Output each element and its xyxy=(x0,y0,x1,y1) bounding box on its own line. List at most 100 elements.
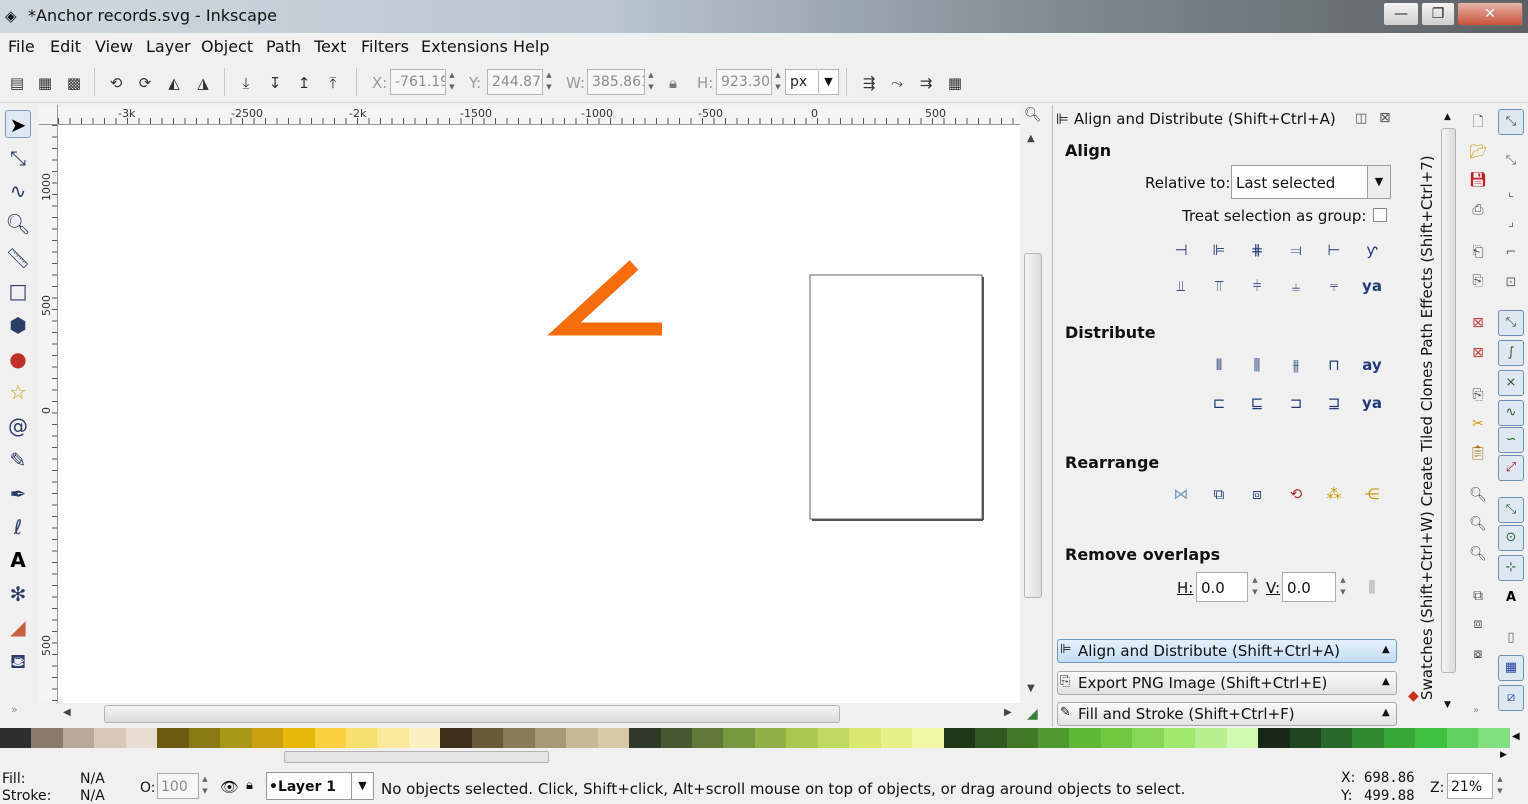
w-spin-arrows-icon[interactable]: ▲ ▼ xyxy=(646,69,656,95)
raise-icon[interactable]: ↥ xyxy=(293,72,315,94)
calligraphy-tool-icon[interactable]: ℓ xyxy=(5,513,31,541)
spray-tool-icon[interactable]: ✻ xyxy=(5,580,31,608)
panel-collapse-icon[interactable]: ▲ xyxy=(1382,676,1390,687)
vertical-ruler[interactable]: 1000 500 0 500 xyxy=(39,125,58,703)
cut-icon[interactable]: ✂ xyxy=(1468,414,1488,434)
menu-extensions[interactable]: Extensions xyxy=(421,37,508,56)
zoom-corner-icon[interactable]: 🔍︎ xyxy=(1024,107,1042,123)
snap-bbox-edges-icon[interactable]: ⌞ xyxy=(1498,180,1524,206)
menu-layer[interactable]: Layer xyxy=(146,37,191,56)
star-tool-icon[interactable]: ☆ xyxy=(5,378,31,406)
snap-paths-icon[interactable]: ∫ xyxy=(1498,340,1524,366)
palette-swatch[interactable] xyxy=(1321,728,1353,748)
close-button[interactable]: ✕ xyxy=(1457,2,1523,26)
palette-swatch[interactable] xyxy=(1132,728,1164,748)
snap-object-centers-icon[interactable]: ⤡ xyxy=(1498,497,1524,523)
snap-page-border-icon[interactable]: ▯ xyxy=(1498,625,1524,651)
y-spin-arrows-icon[interactable]: ▲ ▼ xyxy=(544,69,554,95)
save-icon[interactable]: 💾︎ xyxy=(1468,170,1488,190)
open-icon[interactable]: 📂︎ xyxy=(1468,142,1488,162)
zoom-page-icon[interactable]: 🔍︎ xyxy=(1468,544,1488,564)
dock-scroll-thumb[interactable] xyxy=(1441,128,1456,673)
close-panel-icon[interactable]: ⊠ xyxy=(1379,110,1391,126)
snap-text-baseline-icon[interactable]: ⊹ xyxy=(1498,555,1524,581)
zoom-tool-icon[interactable]: 🔍︎ xyxy=(5,210,31,238)
selector-arrow-icon[interactable]: ➤ xyxy=(5,110,31,138)
palette-swatch[interactable] xyxy=(188,728,221,748)
distribute-gaps-v-icon[interactable]: ⊒ xyxy=(1320,389,1348,417)
snap-bbox-midpoints-icon[interactable]: ⌐ xyxy=(1498,240,1524,266)
palette-swatch[interactable] xyxy=(31,728,63,748)
palette-swatch[interactable] xyxy=(912,728,944,748)
stroke-value[interactable]: N/A xyxy=(80,788,105,804)
snap-bbox-centers-icon[interactable]: ⊡ xyxy=(1498,270,1524,296)
center-vertical-axis-icon[interactable]: ⋕ xyxy=(1243,236,1271,264)
snap-nodes-icon[interactable]: ⤡ xyxy=(1498,310,1524,336)
palette-swatch[interactable] xyxy=(377,728,409,748)
paste-icon[interactable]: 📋︎ xyxy=(1468,443,1488,463)
chevron-down-icon[interactable]: ▼ xyxy=(351,773,373,799)
new-document-icon[interactable]: 🗋︎ xyxy=(1468,112,1488,132)
duplicate-icon[interactable]: ⧉ xyxy=(1468,586,1488,606)
zoom-drawing-icon[interactable]: 🔍︎ xyxy=(1468,514,1488,534)
scroll-down-icon[interactable]: ▼ xyxy=(1444,700,1451,710)
horizontal-ruler[interactable]: -3k -2500 -2k -1500 -1000 -500 0 500 xyxy=(58,105,1020,125)
opacity-spin-icon[interactable]: ▲ ▼ xyxy=(200,773,210,799)
panel-collapse-icon[interactable]: ▲ xyxy=(1382,707,1390,718)
zoom-field[interactable]: 21% xyxy=(1447,773,1493,799)
zoom-selection-icon[interactable]: 🔍︎ xyxy=(1468,485,1488,505)
palette-swatch[interactable] xyxy=(566,728,598,748)
import-icon[interactable]: ⎗ xyxy=(1468,242,1488,262)
distribute-baselines-h-icon[interactable]: ay xyxy=(1358,351,1386,379)
treat-as-group-checkbox[interactable] xyxy=(1373,208,1387,222)
palette-swatch[interactable] xyxy=(1037,728,1070,748)
fill-value[interactable]: N/A xyxy=(80,771,105,787)
align-top-edges-icon[interactable]: ⫪ xyxy=(1205,272,1233,300)
palette-swatch[interactable] xyxy=(1006,728,1038,748)
overlap-h-field[interactable]: 0.0 xyxy=(1196,572,1248,602)
scroll-up-icon[interactable]: ▲ xyxy=(1444,112,1451,122)
palette-swatch[interactable] xyxy=(94,728,126,748)
menu-help[interactable]: Help xyxy=(513,37,549,56)
lower-icon[interactable]: ↧ xyxy=(264,72,286,94)
palette-swatch[interactable] xyxy=(314,728,346,748)
flip-horizontal-icon[interactable]: ◭ xyxy=(163,72,185,94)
transform-gradients-icon[interactable]: ⇉ xyxy=(915,72,937,94)
palette-swatch[interactable] xyxy=(1195,728,1227,748)
palette-swatch[interactable] xyxy=(1069,728,1101,748)
raise-to-top-icon[interactable]: ⤒ xyxy=(322,72,344,94)
palette-swatch[interactable] xyxy=(408,728,441,748)
iconify-icon[interactable]: ◫ xyxy=(1355,111,1367,126)
remove-overlaps-icon[interactable]: ⫼ xyxy=(1358,573,1386,601)
palette-swatch[interactable] xyxy=(597,728,630,748)
palette-swatch[interactable] xyxy=(471,728,504,748)
swatches-icon[interactable]: ◆ xyxy=(1408,688,1419,704)
panel-collapse-icon[interactable]: ▲ xyxy=(1382,644,1390,655)
align-left-to-right-icon[interactable]: ⊢ xyxy=(1320,236,1348,264)
palette-menu-icon[interactable]: ◀ xyxy=(1512,731,1520,742)
palette-swatch[interactable] xyxy=(503,728,535,748)
distribute-center-v-icon[interactable]: ⊑ xyxy=(1243,389,1271,417)
distribute-bottom-icon[interactable]: ⊐ xyxy=(1282,389,1310,417)
paint-bucket-tool-icon[interactable]: ⛾ xyxy=(5,647,31,675)
menu-text[interactable]: Text xyxy=(314,37,346,56)
y-field[interactable]: 244.877 xyxy=(487,69,543,95)
menu-path[interactable]: Path xyxy=(266,37,301,56)
dock-tab-labels[interactable]: Swatches (Shift+Ctrl+W) Create Tiled Clo… xyxy=(1418,110,1436,700)
deselect-icon[interactable]: ▩ xyxy=(63,72,85,94)
rectangle-tool-icon[interactable]: □ xyxy=(5,277,31,305)
snap-rotation-centers-icon[interactable]: ⊙ xyxy=(1498,525,1524,551)
copy-icon[interactable]: ⎘ xyxy=(1468,385,1488,405)
rotate-ccw-icon[interactable]: ⟲ xyxy=(105,72,127,94)
palette-swatch[interactable] xyxy=(849,728,881,748)
ellipse-tool-icon[interactable]: ● xyxy=(5,345,31,373)
overlap-v-spin-icon[interactable]: ▲ ▼ xyxy=(1338,574,1348,600)
palette-swatch[interactable] xyxy=(1383,728,1416,748)
align-top-to-bottom-icon[interactable]: ⫧ xyxy=(1320,272,1348,300)
palette-swatch[interactable] xyxy=(1446,728,1479,748)
scroll-left-icon[interactable]: ◀ xyxy=(63,707,71,718)
palette-swatch[interactable] xyxy=(0,728,32,748)
snap-intersections-icon[interactable]: ⨯ xyxy=(1498,370,1524,396)
redo-icon[interactable]: ⊠ xyxy=(1468,343,1488,363)
palette-swatch[interactable] xyxy=(1478,728,1510,748)
